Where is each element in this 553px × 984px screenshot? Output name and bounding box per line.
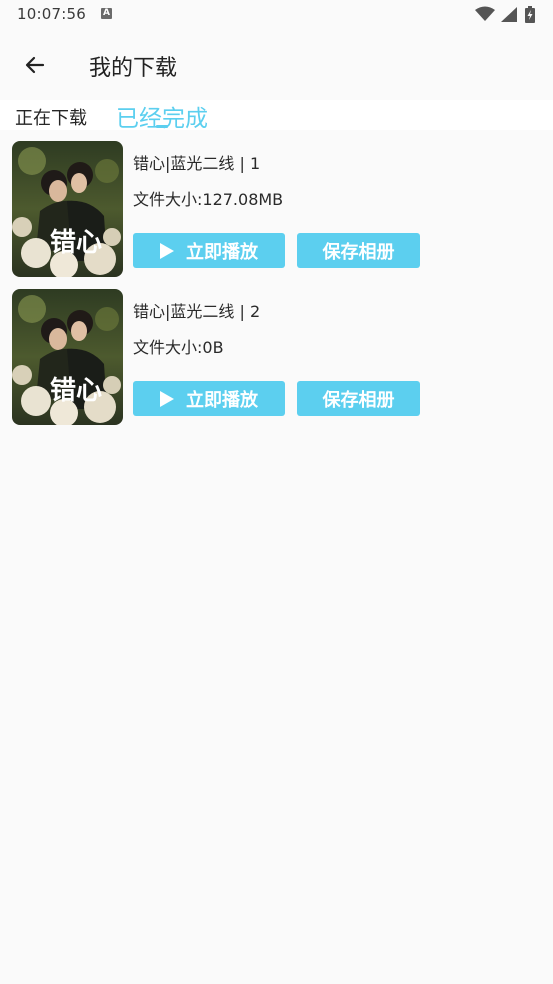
tab-indicator	[156, 125, 168, 128]
play-icon	[160, 242, 174, 259]
item-title: 错心|蓝光二线 | 1	[133, 154, 261, 173]
poster-image: 错心	[12, 141, 123, 277]
play-icon	[160, 390, 174, 407]
arrow-left-icon	[25, 56, 45, 74]
poster-title-text: 错心	[50, 228, 102, 258]
item-file-size: 文件大小:0B	[133, 338, 224, 357]
poster-image: 错心	[12, 289, 123, 425]
list-item[interactable]: 错心 错心|蓝光二线 | 2 文件大小:0B 立即播放 保存相册	[0, 278, 553, 426]
status-time: 10:07:56	[17, 5, 86, 23]
save-to-album-label: 保存相册	[322, 241, 395, 263]
list-item[interactable]: 错心 错心|蓝光二线 | 1 文件大小:127.08MB 立即播放 保存相册	[0, 130, 553, 278]
save-to-album-label: 保存相册	[322, 389, 395, 411]
back-button[interactable]	[18, 48, 52, 82]
status-bar: 10:07:56 A	[0, 0, 553, 30]
save-to-album-button[interactable]: 保存相册	[297, 233, 420, 268]
item-title: 错心|蓝光二线 | 2	[133, 302, 261, 321]
notification-icon: A	[101, 8, 112, 19]
wifi-icon	[475, 6, 495, 21]
item-file-size: 文件大小:127.08MB	[133, 190, 284, 209]
tab-bar: 正在下载 已经完成	[0, 100, 553, 132]
play-now-label: 立即播放	[186, 389, 258, 411]
tab-downloading[interactable]: 正在下载	[15, 104, 87, 130]
save-to-album-button[interactable]: 保存相册	[297, 381, 420, 416]
poster-thumbnail[interactable]: 错心	[12, 289, 123, 425]
play-now-button[interactable]: 立即播放	[133, 381, 285, 416]
poster-title-text: 错心	[50, 376, 102, 406]
toolbar: 我的下载	[0, 30, 553, 100]
play-now-button[interactable]: 立即播放	[133, 233, 285, 268]
play-now-label: 立即播放	[186, 241, 258, 263]
signal-icon	[501, 7, 517, 22]
page-title: 我的下载	[89, 56, 178, 81]
battery-charging-icon	[525, 6, 535, 23]
poster-thumbnail[interactable]: 错心	[12, 141, 123, 277]
